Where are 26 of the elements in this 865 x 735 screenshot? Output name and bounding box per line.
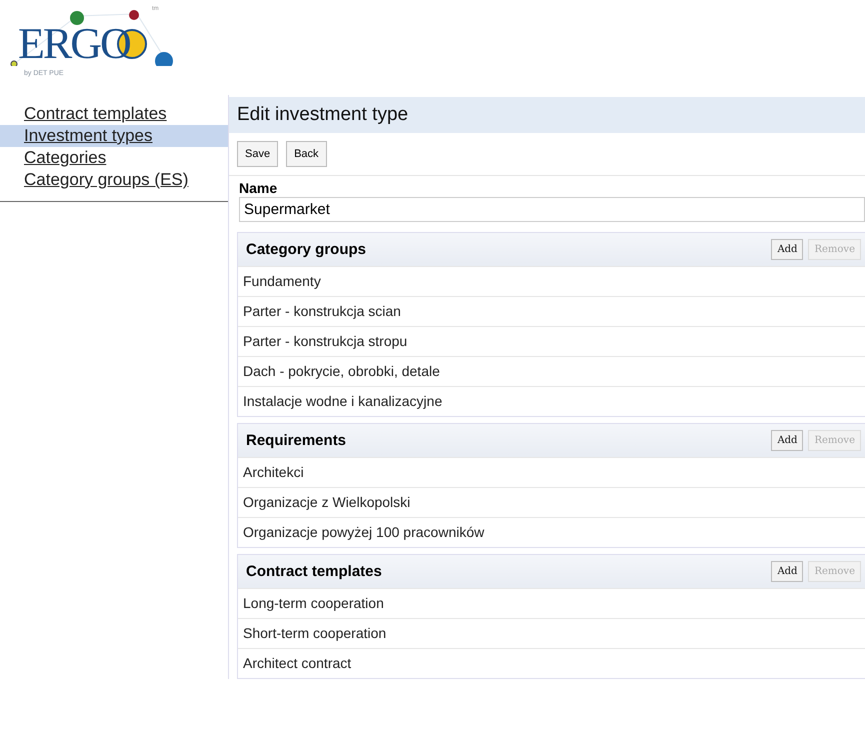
toolbar-button[interactable]: Back: [286, 141, 327, 167]
list-row[interactable]: Short-term cooperation: [238, 618, 865, 648]
list-row[interactable]: Instalacje wodne i kanalizacyjne: [238, 386, 865, 416]
section-title: Requirements: [246, 432, 348, 449]
sidebar-link[interactable]: Category groups (ES): [0, 169, 228, 191]
list-row[interactable]: Architekci: [238, 457, 865, 487]
section-button[interactable]: Add: [771, 430, 804, 451]
list-row[interactable]: Fundamenty: [238, 266, 865, 296]
list-row[interactable]: Dach - pokrycie, obrobki, detale: [238, 356, 865, 386]
sidebar-link[interactable]: Categories: [0, 147, 228, 169]
toolbar-button[interactable]: Save: [237, 141, 278, 167]
list-row[interactable]: Organizacje z Wielkopolski: [238, 487, 865, 517]
list-row[interactable]: Long-term cooperation: [238, 588, 865, 618]
field-label: Name: [239, 180, 278, 196]
section-title: Contract templates: [246, 563, 383, 580]
section-button[interactable]: Add: [771, 239, 804, 260]
sidebar-link[interactable]: Contract templates: [0, 103, 228, 125]
section-button[interactable]: Add: [771, 561, 804, 582]
section-title: Category groups: [246, 241, 368, 258]
page-title: Edit investment type: [237, 104, 408, 126]
sidebar-link[interactable]: Investment types: [0, 125, 228, 147]
list-row[interactable]: Parter - konstrukcja scian: [238, 296, 865, 326]
name-field[interactable]: Supermarket: [239, 197, 865, 222]
list-row[interactable]: Organizacje powyżej 100 pracowników: [238, 517, 865, 547]
list-row[interactable]: Parter - konstrukcja stropu: [238, 326, 865, 356]
list-row[interactable]: Architect contract: [238, 648, 865, 678]
